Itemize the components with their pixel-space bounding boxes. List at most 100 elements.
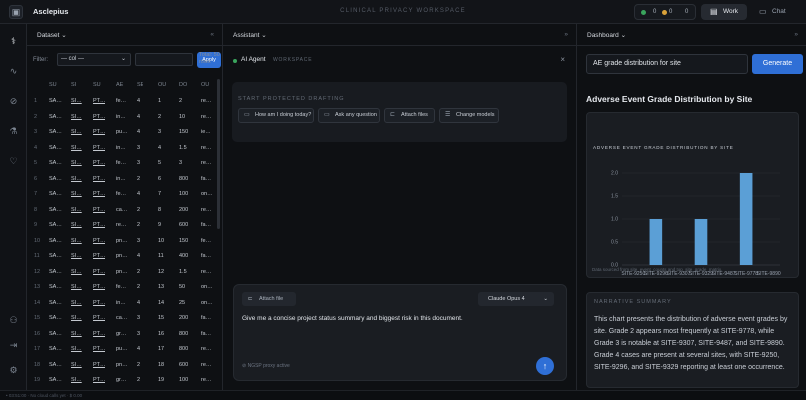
table-cell: 4 [34, 144, 38, 151]
column-header[interactable]: SE [137, 82, 143, 88]
table-row[interactable]: 7 SA… SI… PT… fe… 4 7 100 on… [27, 188, 218, 201]
table-cell: fa… [201, 253, 212, 259]
pill-icon[interactable]: ⊘ [6, 94, 21, 109]
message-icon: ▭ [324, 112, 330, 118]
table-cell: 200 [179, 315, 189, 321]
table-cell: ie… [201, 129, 211, 135]
table-row[interactable]: 10 SA… SI… PT… pn… 3 10 150 fe… [27, 235, 218, 248]
table-cell: SI… [71, 299, 82, 306]
table-cell: in… [116, 113, 126, 120]
assistant-title[interactable]: Assistant ⌄ [233, 31, 267, 39]
dataset-title[interactable]: Dataset ⌄ [37, 31, 67, 39]
table-row[interactable]: 18 SA… SI… PT… pn… 2 18 600 re… [27, 359, 218, 372]
table-row[interactable]: 13 SA… SI… PT… fe… 2 13 50 on… [27, 281, 218, 294]
y-tick-label: 1.5 [611, 194, 618, 200]
paperclip-icon: ⊏ [390, 112, 396, 118]
app-root: ▣ Asclepius CLINICAL PRIVACY WORKSPACE 0… [0, 0, 806, 400]
collapse-icon[interactable]: « [210, 31, 214, 38]
model-select[interactable]: Claude Opus 4 ⌄ [478, 292, 554, 306]
table-row[interactable]: 17 SA… SI… PT… pu… 4 17 800 re… [27, 343, 218, 356]
table-cell: 17 [34, 346, 41, 352]
table-row[interactable]: 2 SA… SI… PT… in… 4 2 10 re… [27, 111, 218, 124]
proxy-status: ⊘ NGSP proxy active [242, 363, 290, 369]
expand-icon[interactable]: » [794, 31, 798, 38]
table-cell: on… [201, 284, 212, 290]
attach-file-button[interactable]: ⊏ Attach file [242, 292, 296, 306]
user-icon[interactable]: ⚇ [6, 313, 21, 328]
table-cell: 150 [179, 237, 189, 244]
table-row[interactable]: 19 SA… SI… PT… gr… 2 19 100 re… [27, 374, 218, 387]
filter-value-input[interactable] [135, 53, 193, 66]
table-cell: 2 [137, 222, 141, 228]
column-header[interactable]: DO [179, 82, 195, 88]
table-cell: fe… [116, 284, 127, 290]
dashboard-header: Dashboard ⌄ » [577, 24, 806, 46]
table-row[interactable]: 11 SA… SI… PT… pn… 4 11 400 fa… [27, 250, 218, 263]
expand-icon[interactable]: » [564, 31, 568, 38]
message-input[interactable]: Give me a concise project status summary… [242, 315, 463, 322]
table-row[interactable]: 4 SA… SI… PT… in… 3 4 1.5 re… [27, 142, 218, 155]
column-header[interactable]: AE [116, 82, 129, 88]
column-header[interactable]: SU [49, 82, 62, 88]
chart-bar [739, 173, 753, 265]
dashboard-title[interactable]: Dashboard ⌄ [587, 31, 626, 39]
total-rows: Total: 50 rows [199, 52, 220, 65]
column-header[interactable]: OU [201, 82, 212, 88]
table-row[interactable]: 1 SA… SI… PT… fe… 4 1 2 re… [27, 95, 218, 108]
table-row[interactable]: 15 SA… SI… PT… ca… 3 15 200 fa… [27, 312, 218, 325]
settings-icon[interactable]: ⚙ [6, 363, 21, 378]
paperclip-icon: ⊏ [248, 296, 253, 302]
table-cell: PT… [93, 299, 105, 306]
chevron-down-icon: ⌄ [261, 32, 267, 39]
table-cell: SI… [71, 253, 82, 259]
table-row[interactable]: 14 SA… SI… PT… in… 4 14 25 on… [27, 297, 218, 310]
prompt-input[interactable]: AE grade distribution for site [586, 54, 748, 74]
table-cell: SA… [49, 299, 62, 306]
dataset-header: Dataset ⌄ « [27, 24, 222, 46]
heart-icon[interactable]: ♡ [6, 154, 21, 169]
table-cell: PT… [93, 237, 105, 244]
column-header[interactable]: SU [93, 82, 105, 88]
generate-button[interactable]: Generate [752, 54, 803, 74]
agent-status-dot [233, 59, 237, 63]
table-scrollbar[interactable] [217, 79, 220, 229]
table-row[interactable]: 12 SA… SI… PT… pn… 2 12 1.5 re… [27, 266, 218, 279]
close-icon[interactable]: × [560, 55, 565, 64]
stethoscope-icon[interactable]: ⚕ [6, 34, 21, 49]
bar-chart: ADVERSE EVENT GRADE DISTRIBUTION BY SITE… [593, 145, 781, 277]
status-count-3: 0 [685, 9, 689, 15]
table-cell: fe… [201, 237, 212, 244]
table-cell: SA… [49, 361, 62, 368]
table-cell: gr… [116, 377, 127, 383]
table-cell: SA… [49, 253, 62, 259]
table-cell: SA… [49, 129, 62, 135]
table-cell: 4 [137, 98, 141, 104]
table-cell: PT… [93, 191, 105, 197]
table-row[interactable]: 6 SA… SI… PT… in… 2 6 800 fa… [27, 173, 218, 186]
column-header[interactable]: OU [158, 82, 166, 88]
how-am-i-doing-button[interactable]: ▭ How am I doing today? [238, 108, 314, 123]
work-mode-button[interactable]: ▤ Work [701, 4, 747, 20]
ask-question-button[interactable]: ▭ Ask any question [318, 108, 380, 123]
table-cell: 4 [137, 191, 141, 197]
attach-files-button[interactable]: ⊏ Attach files [384, 108, 435, 123]
table-row[interactable]: 16 SA… SI… PT… gr… 3 16 800 fa… [27, 328, 218, 341]
filter-column-select[interactable]: — col — ⌄ [57, 53, 131, 66]
change-models-button[interactable]: ☰ Change models [439, 108, 499, 123]
chat-mode-button[interactable]: ▭ Chat [750, 4, 796, 20]
table-cell: 3 [137, 160, 141, 166]
flask-icon[interactable]: ⚗ [6, 124, 21, 139]
logout-icon[interactable]: ⇥ [6, 338, 21, 353]
table-cell: SI… [71, 237, 82, 244]
table-row[interactable]: 5 SA… SI… PT… fe… 3 5 3 re… [27, 157, 218, 170]
table-row[interactable]: 3 SA… SI… PT… pu… 4 3 150 ie… [27, 126, 218, 139]
table-cell: 19 [158, 377, 165, 383]
send-button[interactable]: ↑ [536, 357, 554, 375]
table-row[interactable]: 9 SA… SI… PT… re… 2 9 600 fa… [27, 219, 218, 232]
pulse-icon[interactable]: ∿ [6, 64, 21, 79]
status-dot-amber [662, 10, 667, 15]
filter-row: Filter: — col — ⌄ Apply [27, 46, 222, 76]
table-cell: SI… [71, 191, 82, 197]
column-header[interactable]: SI [71, 82, 84, 88]
table-row[interactable]: 8 SA… SI… PT… ca… 2 8 200 re… [27, 204, 218, 217]
